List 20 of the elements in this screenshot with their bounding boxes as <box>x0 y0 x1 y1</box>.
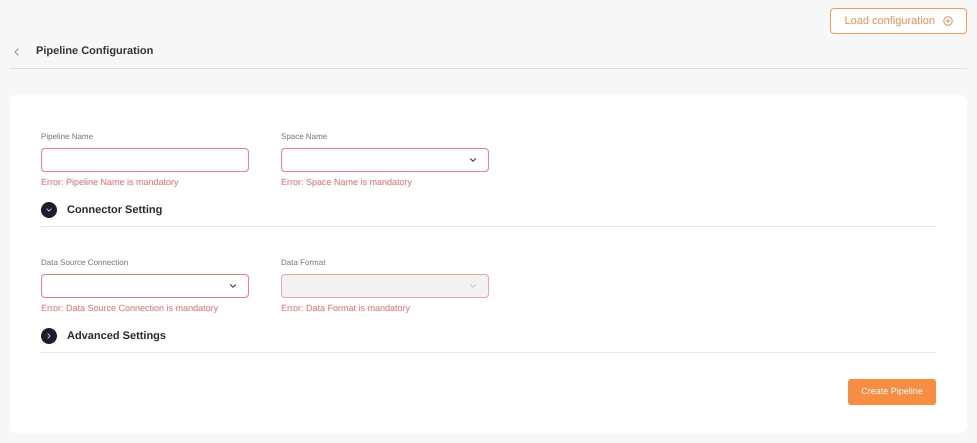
page-title: Pipeline Configuration <box>36 44 154 60</box>
dropdown-field[interactable] <box>41 274 249 298</box>
dropdown-field[interactable] <box>281 148 489 172</box>
error-message: Error: Pipeline Name is mandatory <box>41 176 180 189</box>
error-message: Error: Data Source Connection is mandatory <box>41 302 220 315</box>
field-label: Pipeline Name <box>41 131 94 143</box>
chevron-right-circle-icon[interactable] <box>41 328 57 344</box>
error-message: Error: Space Name is mandatory <box>281 176 414 189</box>
section-title: Advanced Settings <box>67 328 166 344</box>
plus-circle-icon <box>943 16 953 26</box>
error-message: Error: Data Format is mandatory <box>281 302 412 315</box>
field-label: Data Format <box>281 257 326 269</box>
chevron-down-circle-icon[interactable] <box>41 202 57 218</box>
section-title: Connector Setting <box>67 202 162 218</box>
create-pipeline-button[interactable]: Create Pipeline <box>848 379 936 405</box>
field-label: Data Source Connection <box>41 257 130 269</box>
input-field[interactable] <box>41 148 249 172</box>
load-configuration-button[interactable]: Load configuration <box>830 8 967 34</box>
field-label: Space Name <box>281 131 328 143</box>
back-icon[interactable] <box>13 46 21 56</box>
